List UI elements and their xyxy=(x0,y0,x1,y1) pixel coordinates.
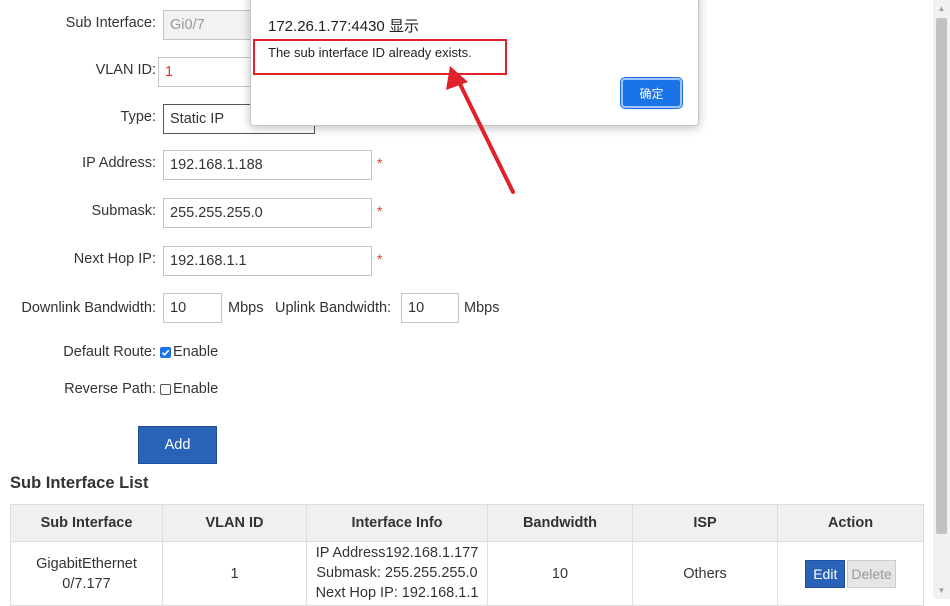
info-ip: IP Address192.168.1.177 xyxy=(315,545,479,561)
sub-interface-line2: 0/7.177 xyxy=(62,575,111,592)
next-hop-label: Next Hop IP: xyxy=(73,251,156,267)
checkbox-unchecked-icon[interactable] xyxy=(160,383,171,395)
ip-address-label: IP Address: xyxy=(82,155,156,171)
scroll-thumb[interactable] xyxy=(936,18,947,534)
reverse-path-enable-label: Enable xyxy=(173,381,219,397)
reverse-path-checkbox[interactable]: Enable xyxy=(160,381,218,397)
submask-label: Submask: xyxy=(91,203,156,219)
add-button[interactable]: Add xyxy=(138,426,217,464)
uplink-unit: Mbps xyxy=(464,300,500,316)
col-sub-interface: Sub Interface xyxy=(10,504,163,542)
scroll-up-arrow-icon[interactable]: ▲ xyxy=(933,0,950,17)
cell-sub-interface: GigabitEthernet 0/7.177 xyxy=(10,541,163,606)
table-header-row: Sub Interface VLAN ID Interface Info Ban… xyxy=(10,504,924,542)
col-vlan-id: VLAN ID xyxy=(162,504,307,542)
uplink-bandwidth-input[interactable]: 10 xyxy=(401,293,459,323)
default-route-enable-label: Enable xyxy=(173,344,219,360)
cell-bandwidth: 10 xyxy=(487,541,633,606)
info-mask: Submask: 255.255.255.0 xyxy=(316,565,478,581)
table-row: GigabitEthernet 0/7.177 1 IP Address192.… xyxy=(10,541,924,606)
default-route-label: Default Route: xyxy=(63,344,156,360)
col-interface-info: Interface Info xyxy=(306,504,488,542)
next-hop-input[interactable]: 192.168.1.1 xyxy=(163,246,372,276)
checkbox-checked-icon[interactable] xyxy=(160,346,171,358)
scroll-down-arrow-icon[interactable]: ▼ xyxy=(933,582,950,599)
sub-interface-list-title: Sub Interface List xyxy=(10,474,149,492)
col-isp: ISP xyxy=(632,504,778,542)
edit-button[interactable]: Edit xyxy=(805,559,846,588)
sub-interface-line1: GigabitEthernet xyxy=(36,555,137,572)
cell-vlan-id: 1 xyxy=(162,541,307,606)
submask-required-mark: * xyxy=(377,203,383,219)
delete-button[interactable]: Delete xyxy=(847,559,896,588)
cell-action: Edit Delete xyxy=(777,541,924,606)
col-action: Action xyxy=(777,504,924,542)
sub-interface-table: Sub Interface VLAN ID Interface Info Ban… xyxy=(10,504,924,606)
downlink-unit: Mbps xyxy=(228,300,264,316)
next-hop-required-mark: * xyxy=(377,251,383,267)
annotation-highlight-box xyxy=(253,39,507,75)
info-nexthop: Next Hop IP: 192.168.1.1 xyxy=(315,585,479,601)
ip-required-mark: * xyxy=(377,155,383,171)
ip-address-input[interactable]: 192.168.1.188 xyxy=(163,150,372,180)
page-scrollbar[interactable]: ▲ ▼ xyxy=(933,0,950,599)
default-route-checkbox[interactable]: Enable xyxy=(160,344,218,360)
downlink-bandwidth-label: Downlink Bandwidth: xyxy=(21,300,156,316)
dialog-ok-button[interactable]: 确定 xyxy=(620,77,683,109)
reverse-path-label: Reverse Path: xyxy=(64,381,156,397)
type-label: Type: xyxy=(120,109,156,125)
cell-interface-info: IP Address192.168.1.177 Submask: 255.255… xyxy=(306,541,488,606)
cell-isp: Others xyxy=(632,541,778,606)
vlan-id-label: VLAN ID: xyxy=(95,62,156,78)
uplink-bandwidth-label: Uplink Bandwidth: xyxy=(275,300,392,316)
col-bandwidth: Bandwidth xyxy=(487,504,633,542)
submask-input[interactable]: 255.255.255.0 xyxy=(163,198,372,228)
downlink-bandwidth-input[interactable]: 10 xyxy=(163,293,222,323)
dialog-title: 172.26.1.77:4430 显示 xyxy=(268,18,419,35)
sub-interface-label: Sub Interface: xyxy=(65,15,156,31)
